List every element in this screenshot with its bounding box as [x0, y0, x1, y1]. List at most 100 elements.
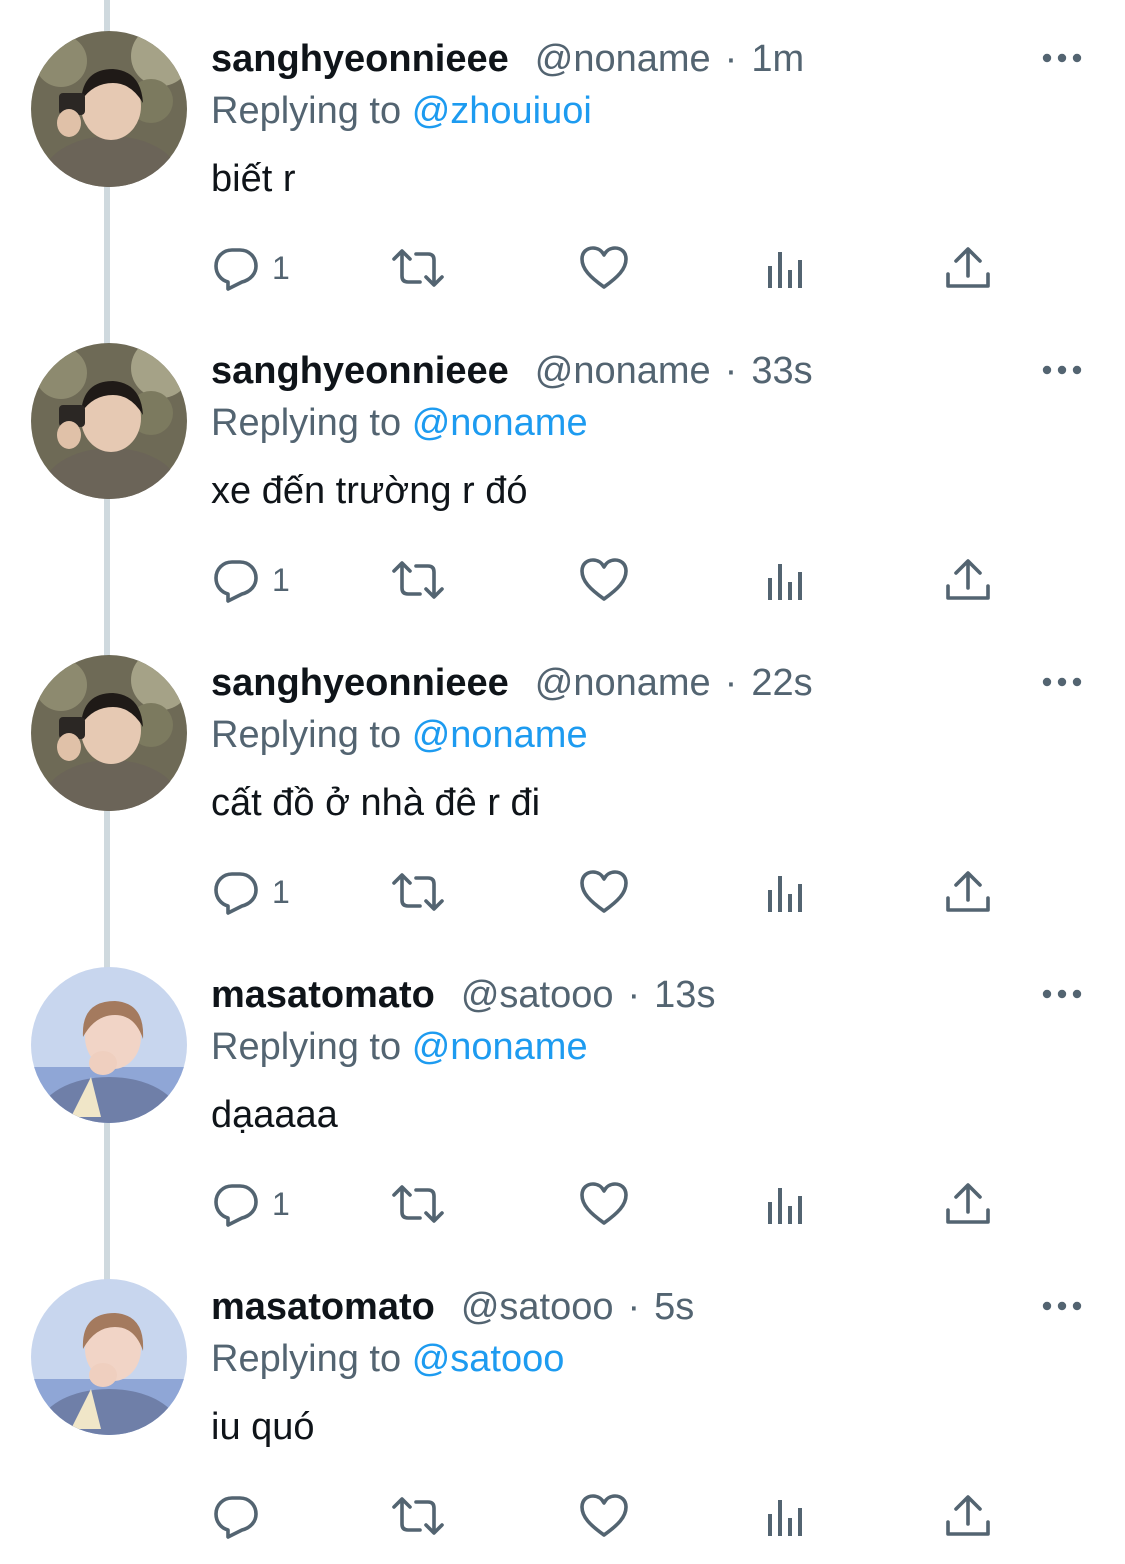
heart-icon — [580, 870, 628, 913]
reply-button[interactable] — [212, 1488, 272, 1544]
tweet[interactable]: masatomato @satooo · 13s Replying to @no… — [0, 936, 1125, 1248]
replying-to-mention[interactable]: @noname — [412, 402, 588, 444]
user-handle[interactable]: @satooo — [461, 972, 614, 1018]
avatar[interactable] — [31, 967, 187, 1123]
reply-button[interactable]: 1 — [212, 864, 290, 920]
replying-to-mention[interactable]: @satooo — [412, 1338, 565, 1380]
replying-to-mention[interactable]: @zhouiuoi — [412, 90, 592, 132]
separator-dot: · — [627, 974, 641, 1016]
replying-to-line: Replying to @zhouiuoi — [211, 88, 592, 134]
like-button[interactable] — [578, 864, 630, 920]
tweet-header: masatomato @satooo · 13s — [211, 972, 715, 1018]
more-options-button[interactable] — [1036, 664, 1088, 700]
reply-count: 1 — [272, 250, 290, 286]
replying-to-label: Replying to — [211, 90, 402, 132]
user-handle[interactable]: @satooo — [461, 1284, 614, 1330]
tweet-header: sanghyeonnieee @noname · 33s — [211, 348, 813, 394]
tweet-text: dạaaaa — [211, 1094, 338, 1136]
more-options-button[interactable] — [1036, 40, 1088, 76]
avatar[interactable] — [31, 1279, 187, 1435]
user-handle[interactable]: @noname — [535, 36, 711, 82]
tweet-timestamp[interactable]: 33s — [751, 348, 812, 394]
reply-bubble-icon — [214, 1184, 258, 1227]
display-name[interactable]: sanghyeonnieee — [211, 660, 509, 706]
views-bar-chart-icon — [768, 252, 802, 288]
avatar[interactable] — [31, 655, 187, 811]
like-button[interactable] — [578, 1488, 630, 1544]
tweet[interactable]: sanghyeonnieee @noname · 33s Replying to… — [0, 312, 1125, 624]
share-button[interactable] — [942, 1176, 994, 1232]
reply-bubble-icon — [214, 872, 258, 915]
replying-to-line: Replying to @noname — [211, 712, 588, 758]
display-name[interactable]: masatomato — [211, 972, 435, 1018]
display-name[interactable]: masatomato — [211, 1284, 435, 1330]
retweet-button[interactable] — [390, 552, 446, 608]
more-horizontal-icon — [1042, 677, 1082, 687]
share-button[interactable] — [942, 864, 994, 920]
more-options-button[interactable] — [1036, 352, 1088, 388]
display-name[interactable]: sanghyeonnieee — [211, 348, 509, 394]
replying-to-label: Replying to — [211, 1338, 402, 1380]
retweet-button[interactable] — [390, 240, 446, 296]
tweet-timestamp[interactable]: 1m — [751, 36, 804, 82]
reply-count: 1 — [272, 562, 290, 598]
avatar[interactable] — [31, 343, 187, 499]
reply-button[interactable]: 1 — [212, 552, 290, 608]
share-button[interactable] — [942, 240, 994, 296]
separator-dot: · — [724, 662, 738, 704]
tweet[interactable]: sanghyeonnieee @noname · 1m Replying to … — [0, 0, 1125, 312]
replying-to-label: Replying to — [211, 402, 402, 444]
reply-button[interactable]: 1 — [212, 1176, 290, 1232]
more-options-button[interactable] — [1036, 1288, 1088, 1324]
views-button[interactable] — [762, 1176, 810, 1232]
display-name[interactable]: sanghyeonnieee — [211, 36, 509, 82]
user-handle[interactable]: @noname — [535, 660, 711, 706]
replying-to-line: Replying to @satooo — [211, 1336, 564, 1382]
retweet-button[interactable] — [390, 1176, 446, 1232]
tweet[interactable]: sanghyeonnieee @noname · 22s Replying to… — [0, 624, 1125, 936]
views-button[interactable] — [762, 552, 810, 608]
tweet-timestamp[interactable]: 5s — [654, 1284, 694, 1330]
separator-dot: · — [724, 38, 738, 80]
share-upload-icon — [946, 559, 990, 600]
avatar[interactable] — [31, 31, 187, 187]
views-button[interactable] — [762, 1488, 810, 1544]
share-button[interactable] — [942, 552, 994, 608]
reply-bubble-icon — [214, 1496, 258, 1539]
like-button[interactable] — [578, 240, 630, 296]
tweet-header: sanghyeonnieee @noname · 22s — [211, 660, 813, 706]
like-button[interactable] — [578, 552, 630, 608]
tweet-actions — [0, 1488, 1125, 1544]
like-button[interactable] — [578, 1176, 630, 1232]
more-options-button[interactable] — [1036, 976, 1088, 1012]
heart-icon — [580, 558, 628, 601]
replying-to-line: Replying to @noname — [211, 1024, 588, 1070]
avatar-photo-sanghyeon — [31, 343, 187, 499]
retweet-icon — [392, 561, 444, 599]
views-bar-chart-icon — [768, 876, 802, 912]
tweet-actions: 1 — [0, 552, 1125, 608]
reply-button[interactable]: 1 — [212, 240, 290, 296]
share-upload-icon — [946, 871, 990, 912]
replying-to-mention[interactable]: @noname — [412, 1026, 588, 1068]
share-button[interactable] — [942, 1488, 994, 1544]
views-button[interactable] — [762, 240, 810, 296]
user-handle[interactable]: @noname — [535, 348, 711, 394]
tweet-timestamp[interactable]: 22s — [751, 660, 812, 706]
replying-to-label: Replying to — [211, 1026, 402, 1068]
more-horizontal-icon — [1042, 989, 1082, 999]
views-button[interactable] — [762, 864, 810, 920]
retweet-icon — [392, 1185, 444, 1223]
tweet-timestamp[interactable]: 13s — [654, 972, 715, 1018]
retweet-button[interactable] — [390, 1488, 446, 1544]
tweet-actions: 1 — [0, 240, 1125, 296]
heart-icon — [580, 1182, 628, 1225]
retweet-icon — [392, 873, 444, 911]
share-upload-icon — [946, 1495, 990, 1536]
tweet[interactable]: masatomato @satooo · 5s Replying to @sat… — [0, 1248, 1125, 1560]
share-upload-icon — [946, 247, 990, 288]
tweet-actions: 1 — [0, 864, 1125, 920]
views-bar-chart-icon — [768, 1188, 802, 1224]
replying-to-mention[interactable]: @noname — [412, 714, 588, 756]
retweet-button[interactable] — [390, 864, 446, 920]
